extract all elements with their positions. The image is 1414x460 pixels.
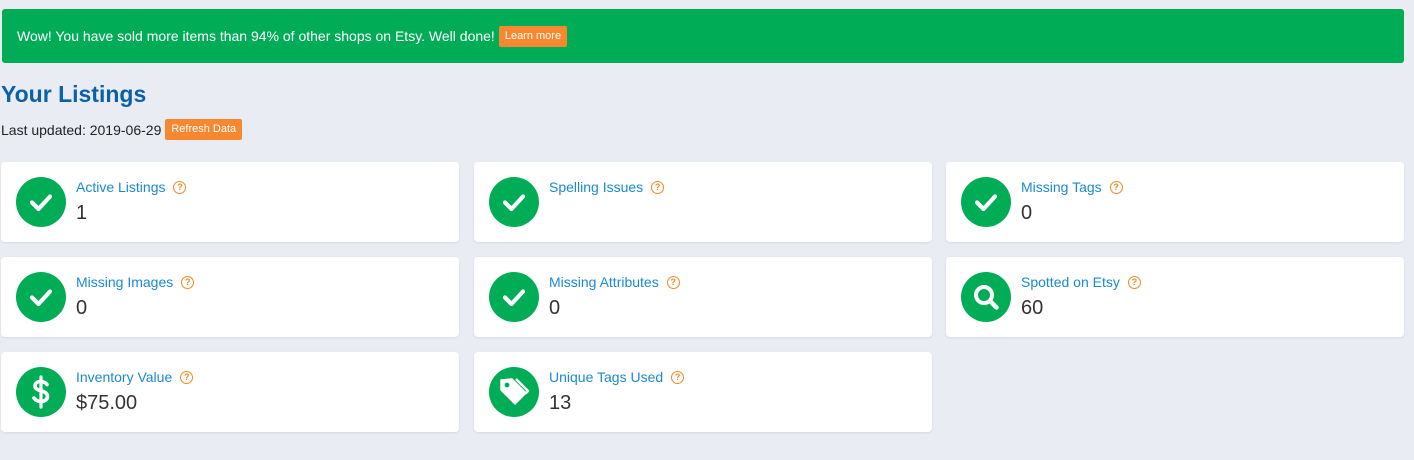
card-label[interactable]: Spelling Issues [549,179,643,195]
help-icon[interactable]: ? [181,275,195,289]
card-value: 0 [1021,202,1033,224]
card-value: 13 [549,392,572,414]
banner-message: Wow! You have sold more items than 94% o… [17,28,495,44]
page-title: Your Listings [1,81,147,107]
card-unique-tags-used: Unique Tags Used ? 13 [474,352,932,432]
card-label[interactable]: Inventory Value [76,369,172,385]
card-spotted-on-etsy: Spotted on Etsy ? 60 [946,257,1404,337]
help-icon[interactable]: ? [671,370,685,384]
card-label[interactable]: Missing Tags [1021,179,1102,195]
card-missing-images: Missing Images ? 0 [1,257,459,337]
card-value: 0 [549,297,561,319]
last-updated-text: Last updated: 2019-06-29 [1,121,162,138]
tag-icon [489,367,539,417]
last-updated-row: Last updated: 2019-06-29 Refresh Data [1,119,243,140]
check-icon [16,272,66,322]
card-value: $75.00 [76,392,138,414]
card-value: 60 [1021,297,1044,319]
check-icon [961,177,1011,227]
help-icon[interactable]: ? [666,275,680,289]
check-icon [489,272,539,322]
card-inventory-value: Inventory Value ? $75.00 [1,352,459,432]
card-label[interactable]: Unique Tags Used [549,369,663,385]
help-icon[interactable]: ? [1127,275,1141,289]
card-label[interactable]: Active Listings [76,179,165,195]
card-value: 0 [76,297,88,319]
card-missing-tags: Missing Tags ? 0 [946,162,1404,242]
card-missing-attributes: Missing Attributes ? 0 [474,257,932,337]
card-active-listings: Active Listings ? 1 [1,162,459,242]
help-icon[interactable]: ? [173,180,187,194]
success-banner: Wow! You have sold more items than 94% o… [2,9,1404,63]
learn-more-button[interactable]: Learn more [498,25,568,47]
card-label[interactable]: Spotted on Etsy [1021,274,1120,290]
card-label[interactable]: Missing Attributes [549,274,659,290]
search-icon [961,272,1011,322]
check-icon [16,177,66,227]
dollar-icon [16,367,66,417]
help-icon[interactable]: ? [651,180,665,194]
help-icon[interactable]: ? [180,370,194,384]
help-icon[interactable]: ? [1109,180,1123,194]
card-spelling-issues: Spelling Issues ? [474,162,932,242]
card-label[interactable]: Missing Images [76,274,173,290]
card-value: 1 [76,202,88,224]
refresh-data-button[interactable]: Refresh Data [165,119,243,140]
check-icon [489,177,539,227]
